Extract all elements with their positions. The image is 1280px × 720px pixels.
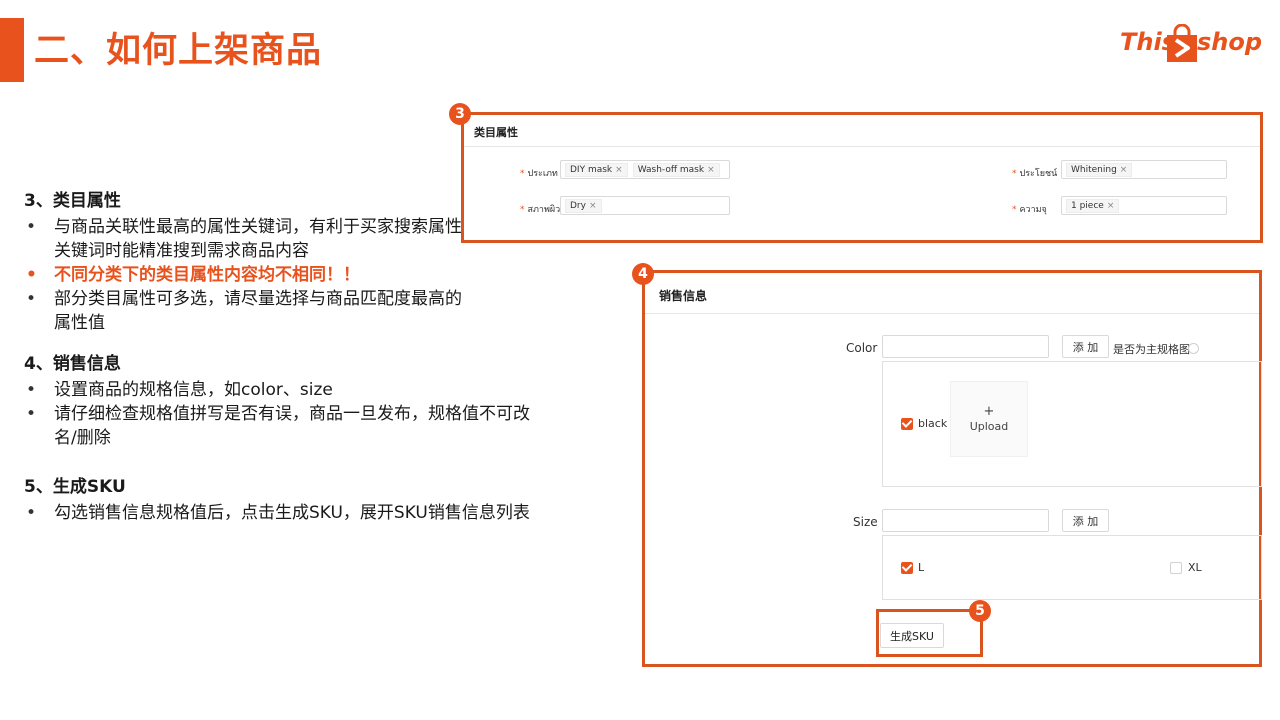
attr-tag[interactable]: Dry ×: [565, 198, 602, 213]
tag-remove-icon[interactable]: ×: [589, 201, 597, 211]
attr-label-type: * ประเภท: [520, 169, 558, 179]
generate-sku-button[interactable]: 生成SKU: [880, 623, 944, 648]
note-section-sales-info: 4、销售信息 设置商品的规格信息，如color、size 请仔细检查规格值拼写是…: [24, 349, 564, 450]
attr-label-benefit: * ประโยชน์: [1012, 169, 1058, 179]
shopping-bag-logo-icon: [1167, 24, 1197, 62]
title-accent-bar: [0, 18, 24, 82]
attr-select-type[interactable]: DIY mask × Wash-off mask ×: [560, 160, 730, 179]
attr-label-skin-type: * สภาพผิว: [520, 205, 561, 215]
color-black-checkbox[interactable]: [901, 418, 913, 430]
color-image-upload[interactable]: + Upload: [950, 381, 1028, 457]
sales-info-title: 销售信息: [659, 289, 708, 303]
tag-remove-icon[interactable]: ×: [615, 165, 623, 175]
attr-tag[interactable]: Wash-off mask ×: [632, 162, 720, 177]
size-value-input[interactable]: [882, 509, 1049, 532]
note-bullet: 与商品关联性最高的属性关键词，有利于买家搜索属性关键词时能精准搜到需求商品内容: [24, 215, 464, 263]
panel-divider: [464, 146, 1260, 147]
note-bullet: 请仔细检查规格值拼写是否有误，商品一旦发布，规格值不可改名/删除: [24, 402, 549, 450]
size-l-checkbox[interactable]: [901, 562, 913, 574]
plus-icon: +: [983, 404, 995, 419]
attr-tag[interactable]: DIY mask ×: [565, 162, 628, 177]
note-section-title: 4、销售信息: [24, 354, 121, 374]
sales-info-panel: 销售信息 Color 添 加 是否为主规格图 black + Upload Si…: [642, 270, 1262, 667]
size-xl-checkbox[interactable]: [1170, 562, 1182, 574]
color-add-button[interactable]: 添 加: [1062, 335, 1109, 358]
callout-badge-3: 3: [449, 103, 471, 125]
slide-title: 二、如何上架商品: [34, 31, 323, 71]
callout-badge-4: 4: [632, 263, 654, 285]
note-section-generate-sku: 5、生成SKU 勾选销售信息规格值后，点击生成SKU，展开SKU销售信息列表: [24, 472, 564, 525]
color-value-input[interactable]: [882, 335, 1049, 358]
tag-remove-icon[interactable]: ×: [707, 165, 715, 175]
color-black-label: black: [918, 417, 948, 430]
size-l-label: L: [918, 561, 925, 574]
size-label: Size: [853, 515, 878, 529]
attr-tag[interactable]: 1 piece ×: [1066, 198, 1120, 213]
attr-tag[interactable]: Whitening ×: [1066, 162, 1133, 177]
category-attributes-panel: 类目属性 * ประเภท DIY mask × Wash-off mask × * ป…: [461, 112, 1263, 243]
attr-select-capacity[interactable]: 1 piece ×: [1061, 196, 1227, 215]
main-spec-image-label: 是否为主规格图: [1113, 343, 1190, 356]
size-add-button[interactable]: 添 加: [1062, 509, 1109, 532]
callout-badge-5: 5: [969, 600, 991, 622]
color-label: Color: [846, 341, 878, 355]
main-spec-image-toggle[interactable]: [1188, 343, 1199, 354]
logo-text-shop: shop: [1197, 28, 1263, 56]
note-bullet: 设置商品的规格信息，如color、size: [24, 378, 564, 402]
attr-select-skin-type[interactable]: Dry ×: [560, 196, 730, 215]
category-attributes-title: 类目属性: [474, 126, 518, 139]
tag-remove-icon[interactable]: ×: [1120, 165, 1128, 175]
tag-remove-icon[interactable]: ×: [1107, 201, 1115, 211]
note-bullet: 部分类目属性可多选，请尽量选择与商品匹配度最高的属性值: [24, 287, 464, 335]
attr-select-benefit[interactable]: Whitening ×: [1061, 160, 1227, 179]
size-xl-label: XL: [1188, 561, 1202, 574]
note-bullet: 勾选销售信息规格值后，点击生成SKU，展开SKU销售信息列表: [24, 501, 549, 525]
attr-label-capacity: * ความจุ: [1012, 205, 1047, 215]
note-section-title: 5、生成SKU: [24, 477, 126, 497]
size-values-box: [882, 535, 1262, 600]
upload-label: Upload: [969, 420, 1009, 433]
panel-divider: [645, 313, 1259, 314]
note-bullet-warning: 不同分类下的类目属性内容均不相同！！: [24, 263, 564, 287]
thisshop-logo: This shop: [1120, 18, 1265, 70]
